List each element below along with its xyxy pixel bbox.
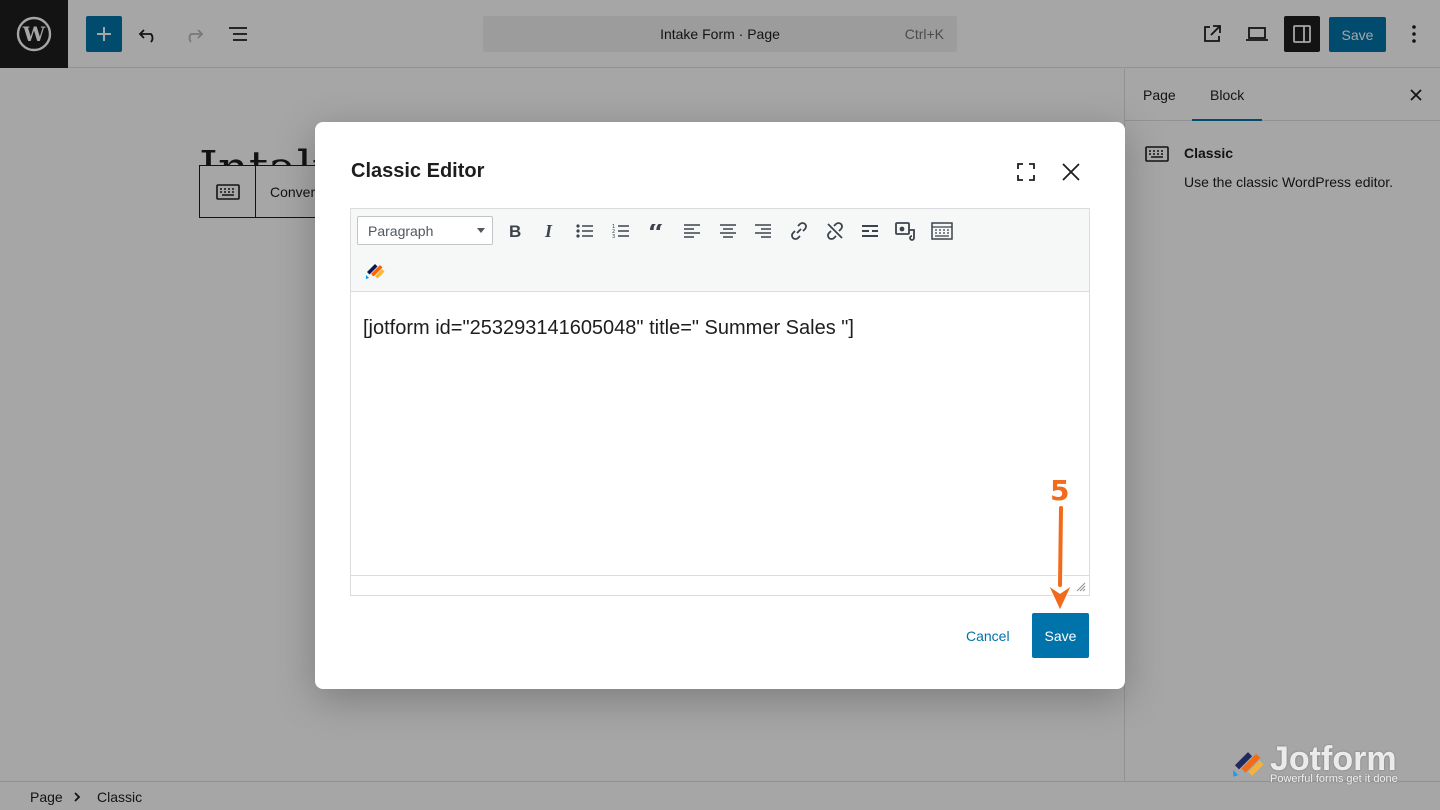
align-left-icon bbox=[684, 224, 700, 238]
align-left-button[interactable] bbox=[677, 216, 707, 246]
cancel-button[interactable]: Cancel bbox=[966, 628, 1010, 644]
numbered-list-icon: 123 bbox=[612, 224, 629, 239]
editor-toolbar: Paragraph B I 123 “ bbox=[351, 209, 1089, 292]
italic-icon: I bbox=[544, 222, 553, 240]
close-icon bbox=[1062, 163, 1080, 181]
unlink-button[interactable] bbox=[820, 216, 850, 246]
arrow-down-icon bbox=[1046, 505, 1074, 613]
insert-link-button[interactable] bbox=[784, 216, 814, 246]
format-select-value: Paragraph bbox=[368, 223, 434, 239]
read-more-icon bbox=[862, 225, 878, 237]
blockquote-button[interactable]: “ bbox=[642, 216, 672, 246]
bold-button[interactable]: B bbox=[499, 216, 529, 246]
editor-status-bar bbox=[351, 575, 1089, 595]
watermark-tagline: Powerful forms get it done bbox=[1270, 773, 1398, 785]
bullet-list-button[interactable] bbox=[570, 216, 600, 246]
add-media-button[interactable] bbox=[891, 216, 921, 246]
classic-editor-modal: Classic Editor Paragraph B I 123 “ bbox=[315, 122, 1125, 689]
bold-icon: B bbox=[509, 222, 521, 240]
toolbar-toggle-icon bbox=[931, 222, 953, 240]
svg-text:3: 3 bbox=[612, 234, 615, 239]
close-modal-button[interactable] bbox=[1057, 158, 1085, 186]
jotform-watermark: Jotform Powerful forms get it done bbox=[1230, 740, 1410, 788]
jotform-logo-icon bbox=[1233, 752, 1264, 777]
unlink-icon bbox=[827, 222, 843, 240]
svg-text:“: “ bbox=[648, 224, 664, 238]
tinymce-editor: Paragraph B I 123 “ bbox=[350, 208, 1090, 596]
align-center-icon bbox=[720, 224, 736, 238]
read-more-button[interactable] bbox=[855, 216, 885, 246]
italic-button[interactable]: I bbox=[534, 216, 564, 246]
svg-text:I: I bbox=[544, 222, 553, 240]
jotform-button[interactable] bbox=[360, 255, 390, 285]
link-icon bbox=[791, 222, 807, 240]
modal-save-button[interactable]: Save bbox=[1032, 613, 1089, 658]
align-right-icon bbox=[755, 224, 771, 238]
svg-text:B: B bbox=[509, 222, 521, 240]
step-number-annotation: 5 bbox=[1050, 474, 1070, 507]
fullscreen-button[interactable] bbox=[1012, 158, 1040, 186]
format-select[interactable]: Paragraph bbox=[357, 216, 493, 245]
align-right-button[interactable] bbox=[748, 216, 778, 246]
blockquote-icon: “ bbox=[648, 224, 664, 238]
jotform-icon bbox=[366, 264, 385, 279]
numbered-list-button[interactable]: 123 bbox=[606, 216, 636, 246]
fullscreen-icon bbox=[1017, 163, 1035, 181]
editor-content-area[interactable]: [jotform id="253293141605048" title=" Su… bbox=[363, 317, 854, 340]
add-media-icon bbox=[895, 222, 915, 241]
modal-title: Classic Editor bbox=[351, 160, 485, 182]
chevron-down-icon bbox=[477, 228, 485, 233]
toolbar-toggle-button[interactable] bbox=[927, 216, 957, 246]
align-center-button[interactable] bbox=[713, 216, 743, 246]
bullet-list-icon bbox=[576, 224, 593, 238]
